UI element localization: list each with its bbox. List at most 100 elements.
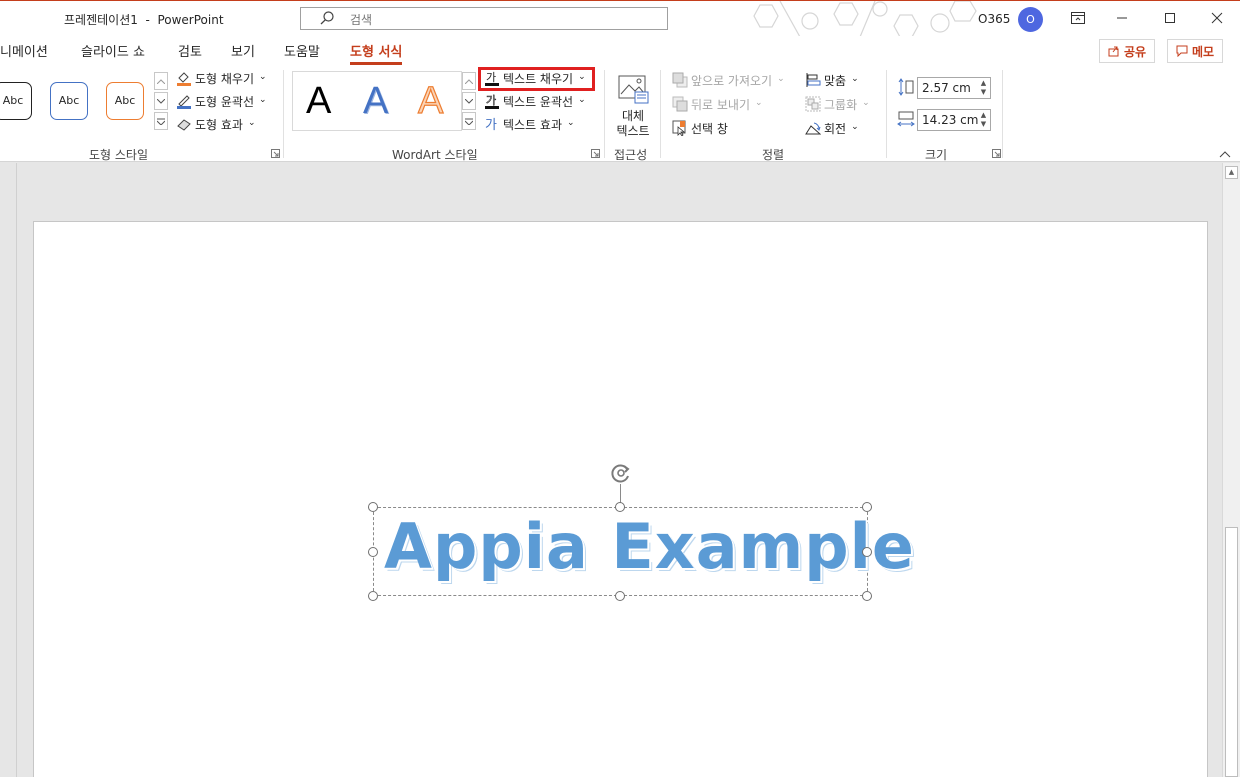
maximize-icon	[1165, 13, 1175, 23]
size-group-label: 크기	[925, 148, 948, 162]
wordart-style-orange-outline[interactable]: A	[417, 79, 444, 123]
shape-outline-button[interactable]: 도형 윤곽선 ⌄	[175, 91, 267, 111]
shape-height-input[interactable]: 2.57 cm ▲ ▼	[917, 77, 991, 99]
separator	[660, 70, 661, 158]
width-down-icon[interactable]: ▼	[979, 120, 988, 128]
ribbon-display-icon	[1071, 12, 1085, 24]
resize-handle-top[interactable]	[615, 502, 625, 512]
dialog-launcher-icon[interactable]	[591, 149, 600, 158]
shape-style-black[interactable]: Abc	[0, 82, 32, 120]
scrollbar-thumb[interactable]	[1225, 527, 1238, 777]
window-title: 프레젠테이션1 - PowerPoint	[64, 13, 224, 27]
group-label: 그룹화	[824, 97, 858, 112]
shape-width-value: 14.23 cm	[922, 113, 979, 127]
wordart-style-black[interactable]: A	[306, 80, 331, 123]
tab-help[interactable]: 도움말	[284, 41, 320, 60]
text-outline-button[interactable]: 가 텍스트 윤곽선 ⌄	[483, 91, 586, 111]
resize-handle-right[interactable]	[862, 547, 872, 557]
dialog-launcher-icon[interactable]	[271, 149, 280, 158]
share-button[interactable]: 공유	[1099, 39, 1156, 63]
resize-handle-bottom-left[interactable]	[368, 591, 378, 601]
tab-review[interactable]: 검토	[178, 41, 202, 60]
tab-animations[interactable]: 니메이션	[0, 41, 48, 60]
rotate-handle-icon[interactable]	[609, 461, 633, 485]
align-button[interactable]: 맞춤 ⌄	[804, 70, 859, 90]
resize-handle-bottom[interactable]	[615, 591, 625, 601]
text-fill-highlight	[478, 67, 595, 91]
tab-slideshow[interactable]: 슬라이드 쇼	[81, 41, 145, 60]
account-name[interactable]: O365	[978, 12, 1010, 26]
powerpoint-window: 프레젠테이션1 - PowerPoint 검색 O365 O 니메이션 슬라이드…	[0, 0, 1240, 777]
slide-text[interactable]: Appia Example	[384, 510, 914, 583]
bring-forward-icon	[672, 72, 687, 88]
wordart-group-label: WordArt 스타일	[392, 148, 478, 162]
shape-gallery-more-button[interactable]	[154, 112, 168, 130]
title-bar: 프레젠테이션1 - PowerPoint 검색 O365 O	[0, 0, 1240, 37]
selection-pane-icon	[672, 120, 685, 136]
tab-view[interactable]: 보기	[231, 41, 255, 60]
alt-text-label-line1: 대체	[621, 109, 645, 123]
shape-fill-button[interactable]: 도형 채우기 ⌄	[175, 68, 267, 88]
search-icon	[320, 11, 334, 25]
wordart-gallery-down-button[interactable]	[462, 92, 476, 110]
collapse-ribbon-icon[interactable]	[1219, 150, 1231, 158]
height-down-icon[interactable]: ▼	[979, 88, 988, 96]
resize-handle-top-left[interactable]	[368, 502, 378, 512]
accessibility-group-label: 접근성	[614, 148, 648, 162]
shape-effects-button[interactable]: 도형 효과 ⌄	[175, 114, 256, 134]
maximize-button[interactable]	[1156, 5, 1184, 31]
search-input[interactable]: 검색	[300, 7, 668, 30]
shape-effects-label: 도형 효과	[195, 117, 243, 132]
share-icon	[1108, 46, 1119, 57]
send-backward-icon	[672, 96, 687, 112]
scroll-up-button[interactable]: ▲	[1225, 166, 1238, 179]
minimize-button[interactable]	[1108, 5, 1136, 31]
share-label: 공유	[1124, 44, 1147, 59]
alt-text-label-line2: 텍스트	[616, 124, 650, 138]
height-up-icon[interactable]: ▲	[979, 79, 988, 87]
text-outline-icon: 가	[484, 94, 499, 109]
ribbon-tabs: 니메이션 슬라이드 쇼 검토 보기 도움말 도형 서식 공유 메모	[0, 36, 1240, 66]
alt-text-button[interactable]: 대체 텍스트	[612, 72, 654, 138]
wordart-style-blue[interactable]: A	[363, 80, 388, 123]
rotate-label: 회전	[824, 121, 847, 136]
avatar[interactable]: O	[1018, 7, 1043, 32]
alt-text-icon	[618, 75, 649, 104]
ribbon-display-options-button[interactable]	[1064, 5, 1092, 31]
separator	[283, 70, 284, 158]
shape-style-blue[interactable]: Abc	[50, 82, 88, 120]
paint-bucket-icon	[176, 72, 191, 86]
align-icon	[806, 73, 820, 87]
separator	[604, 70, 605, 158]
shape-width-input[interactable]: 14.23 cm ▲ ▼	[917, 109, 991, 131]
wordart-gallery-more-button[interactable]	[462, 112, 476, 130]
shape-effects-icon	[176, 119, 191, 131]
rotate-button[interactable]: 회전 ⌄	[804, 118, 859, 138]
bring-forward-button[interactable]: 앞으로 가져오기 ⌄	[671, 70, 785, 90]
group-button[interactable]: 그룹화 ⌄	[804, 94, 870, 114]
title-decoration-pattern	[753, 1, 977, 37]
width-up-icon[interactable]: ▲	[979, 111, 988, 119]
close-button[interactable]	[1203, 5, 1231, 31]
wordart-gallery-up-button[interactable]	[462, 72, 476, 90]
chevron-down-icon	[157, 98, 165, 104]
shape-height-value: 2.57 cm	[922, 81, 971, 95]
shape-gallery-up-button[interactable]	[154, 72, 168, 90]
selection-pane-button[interactable]: 선택 창	[671, 118, 728, 138]
resize-handle-top-right[interactable]	[862, 502, 872, 512]
separator	[1002, 70, 1003, 158]
shape-style-orange[interactable]: Abc	[106, 82, 144, 120]
vertical-scrollbar[interactable]: ▲	[1222, 163, 1240, 777]
text-effects-button[interactable]: 가 텍스트 효과 ⌄	[483, 114, 575, 134]
height-icon	[898, 78, 914, 96]
comments-button[interactable]: 메모	[1167, 39, 1224, 63]
resize-handle-left[interactable]	[368, 547, 378, 557]
shape-gallery-down-button[interactable]	[154, 92, 168, 110]
selected-text-box[interactable]: Appia Example	[373, 507, 914, 596]
send-backward-button[interactable]: 뒤로 보내기 ⌄	[671, 94, 763, 114]
group-icon	[805, 96, 820, 112]
dialog-launcher-icon[interactable]	[992, 149, 1001, 158]
resize-handle-bottom-right[interactable]	[862, 591, 872, 601]
tab-shape-format[interactable]: 도형 서식	[350, 41, 403, 65]
separator	[886, 70, 887, 158]
